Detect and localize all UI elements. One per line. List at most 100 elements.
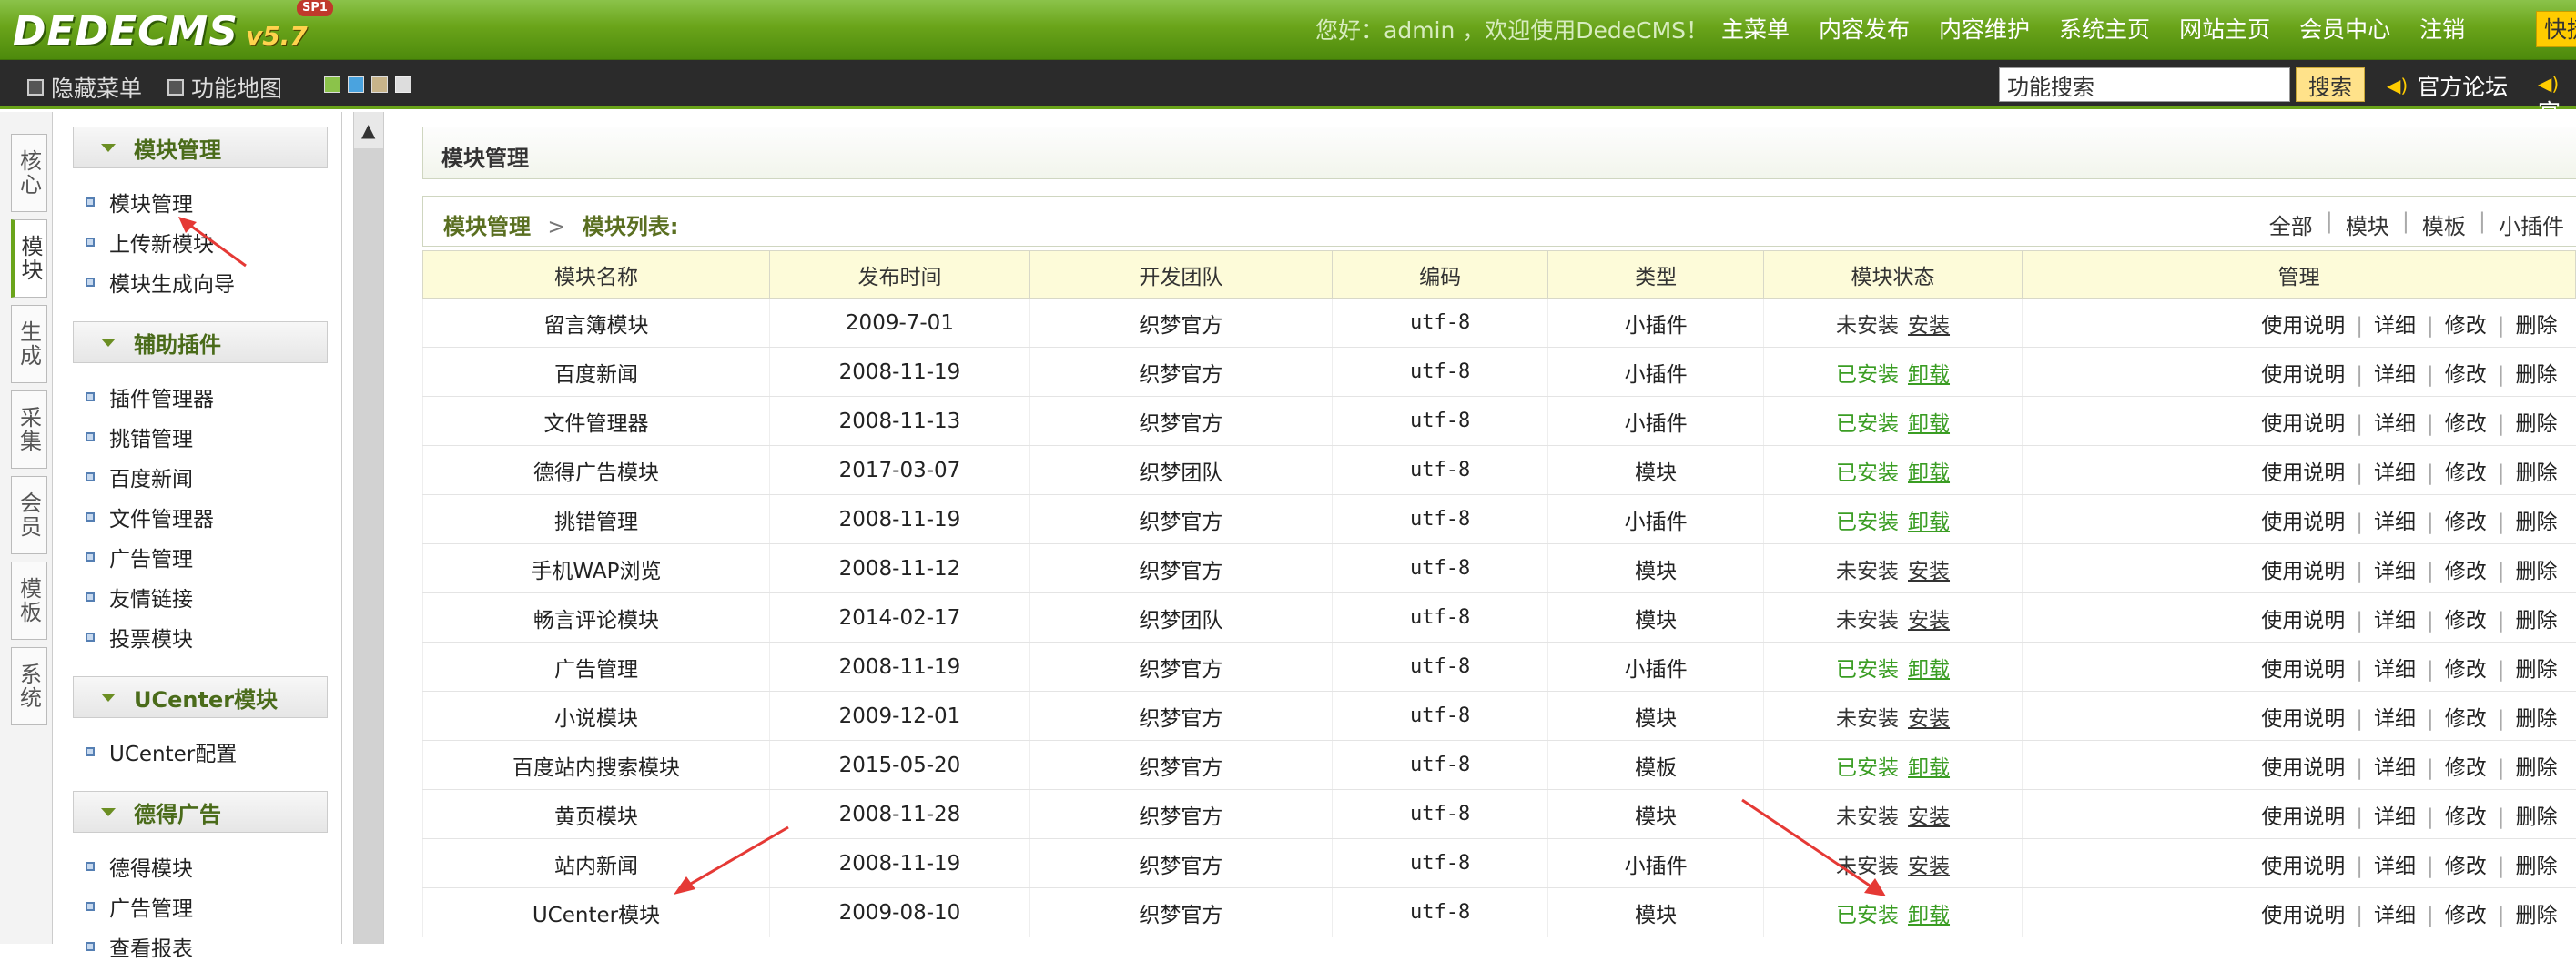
manage-action-link[interactable]: 详细	[2374, 904, 2416, 927]
top-nav-item[interactable]: 系统主页	[2044, 11, 2165, 49]
manage-action-link[interactable]: 详细	[2374, 805, 2416, 829]
manage-action-link[interactable]: 修改	[2445, 461, 2487, 485]
manage-action-link[interactable]: 使用说明	[2261, 314, 2345, 338]
manage-action-link[interactable]: 使用说明	[2261, 363, 2345, 387]
manage-action-link[interactable]: 修改	[2445, 511, 2487, 534]
manage-action-link[interactable]: 详细	[2374, 609, 2416, 633]
manage-action-link[interactable]: 删除	[2516, 658, 2558, 682]
top-nav-item[interactable]: 网站主页	[2165, 11, 2285, 49]
filter-link[interactable]: 模块	[2346, 208, 2389, 240]
top-nav-item[interactable]: 内容发布	[1804, 11, 1924, 49]
manage-action-link[interactable]: 删除	[2516, 511, 2558, 534]
uninstall-link[interactable]: 卸载	[1908, 658, 1950, 682]
manage-action-link[interactable]: 详细	[2374, 855, 2416, 878]
manage-action-link[interactable]: 删除	[2516, 855, 2558, 878]
menu-item[interactable]: 百度新闻	[86, 461, 193, 492]
menu-item[interactable]: 广告管理	[86, 542, 193, 572]
category-tab[interactable]: 采集	[11, 390, 47, 469]
menu-group-header[interactable]: 辅助插件	[73, 321, 328, 363]
manage-action-link[interactable]: 删除	[2516, 756, 2558, 780]
uninstall-link[interactable]: 卸载	[1908, 511, 1950, 534]
manage-action-link[interactable]: 删除	[2516, 904, 2558, 927]
menu-group-header[interactable]: UCenter模块	[73, 676, 328, 718]
filter-link[interactable]: 全部	[2269, 208, 2313, 240]
menu-item[interactable]: UCenter配置	[86, 736, 237, 767]
top-nav-item[interactable]: 主菜单	[1707, 11, 1804, 49]
manage-action-link[interactable]: 详细	[2374, 707, 2416, 731]
menu-item[interactable]: 广告管理	[86, 891, 193, 922]
manage-action-link[interactable]: 使用说明	[2261, 658, 2345, 682]
manage-action-link[interactable]: 修改	[2445, 609, 2487, 633]
manage-action-link[interactable]: 删除	[2516, 412, 2558, 436]
skin-green-icon[interactable]	[324, 76, 340, 93]
manage-action-link[interactable]: 使用说明	[2261, 412, 2345, 436]
manage-action-link[interactable]: 使用说明	[2261, 609, 2345, 633]
manage-action-link[interactable]: 修改	[2445, 560, 2487, 583]
manage-action-link[interactable]: 详细	[2374, 756, 2416, 780]
install-link[interactable]: 安装	[1908, 609, 1950, 633]
manage-action-link[interactable]: 修改	[2445, 707, 2487, 731]
official-forum-link[interactable]: ◀) 官方论坛	[2387, 69, 2508, 102]
manage-action-link[interactable]: 详细	[2374, 560, 2416, 583]
uninstall-link[interactable]: 卸载	[1908, 904, 1950, 927]
function-map-button[interactable]: 功能地图	[167, 71, 282, 104]
manage-action-link[interactable]: 详细	[2374, 511, 2416, 534]
manage-action-link[interactable]: 详细	[2374, 363, 2416, 387]
manage-action-link[interactable]: 修改	[2445, 756, 2487, 780]
hide-menu-button[interactable]: 隐藏菜单	[27, 71, 142, 104]
menu-scrollbar[interactable]: ▲	[353, 112, 384, 944]
menu-item[interactable]: 德得模块	[86, 851, 193, 882]
breadcrumb-item[interactable]: 模块管理	[443, 214, 531, 239]
install-link[interactable]: 安装	[1908, 314, 1950, 338]
manage-action-link[interactable]: 删除	[2516, 805, 2558, 829]
category-tab[interactable]: 模块	[11, 219, 47, 298]
manage-action-link[interactable]: 修改	[2445, 855, 2487, 878]
manage-action-link[interactable]: 删除	[2516, 461, 2558, 485]
top-nav-item[interactable]: 注销	[2405, 11, 2480, 49]
install-link[interactable]: 安装	[1908, 855, 1950, 878]
manage-action-link[interactable]: 删除	[2516, 314, 2558, 338]
menu-item[interactable]: 模块管理	[86, 187, 193, 218]
manage-action-link[interactable]: 详细	[2374, 314, 2416, 338]
menu-group-header[interactable]: 模块管理	[73, 127, 328, 168]
manage-action-link[interactable]: 修改	[2445, 363, 2487, 387]
uninstall-link[interactable]: 卸载	[1908, 756, 1950, 780]
menu-group-header[interactable]: 德得广告	[73, 791, 328, 833]
manage-action-link[interactable]: 使用说明	[2261, 511, 2345, 534]
uninstall-link[interactable]: 卸载	[1908, 461, 1950, 485]
function-search-input[interactable]	[1999, 67, 2290, 102]
manage-action-link[interactable]: 使用说明	[2261, 560, 2345, 583]
manage-action-link[interactable]: 删除	[2516, 707, 2558, 731]
quick-button[interactable]: 快捷	[2536, 11, 2576, 47]
manage-action-link[interactable]: 使用说明	[2261, 707, 2345, 731]
manage-action-link[interactable]: 使用说明	[2261, 756, 2345, 780]
manage-action-link[interactable]: 修改	[2445, 658, 2487, 682]
manage-action-link[interactable]: 详细	[2374, 658, 2416, 682]
top-nav-item[interactable]: 内容维护	[1924, 11, 2044, 49]
manage-action-link[interactable]: 删除	[2516, 363, 2558, 387]
install-link[interactable]: 安装	[1908, 560, 1950, 583]
skin-blue-icon[interactable]	[348, 76, 364, 93]
menu-item[interactable]: 友情链接	[86, 582, 193, 613]
menu-item[interactable]: 上传新模块	[86, 227, 214, 258]
manage-action-link[interactable]: 修改	[2445, 904, 2487, 927]
manage-action-link[interactable]: 修改	[2445, 412, 2487, 436]
install-link[interactable]: 安装	[1908, 805, 1950, 829]
manage-action-link[interactable]: 使用说明	[2261, 904, 2345, 927]
manage-action-link[interactable]: 修改	[2445, 314, 2487, 338]
manage-action-link[interactable]: 删除	[2516, 609, 2558, 633]
category-tab[interactable]: 模板	[11, 562, 47, 640]
install-link[interactable]: 安装	[1908, 707, 1950, 731]
menu-item[interactable]: 投票模块	[86, 622, 193, 653]
manage-action-link[interactable]: 详细	[2374, 412, 2416, 436]
filter-link[interactable]: 小插件	[2499, 208, 2564, 240]
manage-action-link[interactable]: 使用说明	[2261, 855, 2345, 878]
filter-link[interactable]: 模板	[2422, 208, 2466, 240]
uninstall-link[interactable]: 卸载	[1908, 412, 1950, 436]
manage-action-link[interactable]: 修改	[2445, 805, 2487, 829]
manage-action-link[interactable]: 详细	[2374, 461, 2416, 485]
skin-gray-icon[interactable]	[395, 76, 411, 93]
menu-item[interactable]: 文件管理器	[86, 501, 214, 532]
category-tab[interactable]: 核心	[11, 134, 47, 212]
manage-action-link[interactable]: 使用说明	[2261, 461, 2345, 485]
